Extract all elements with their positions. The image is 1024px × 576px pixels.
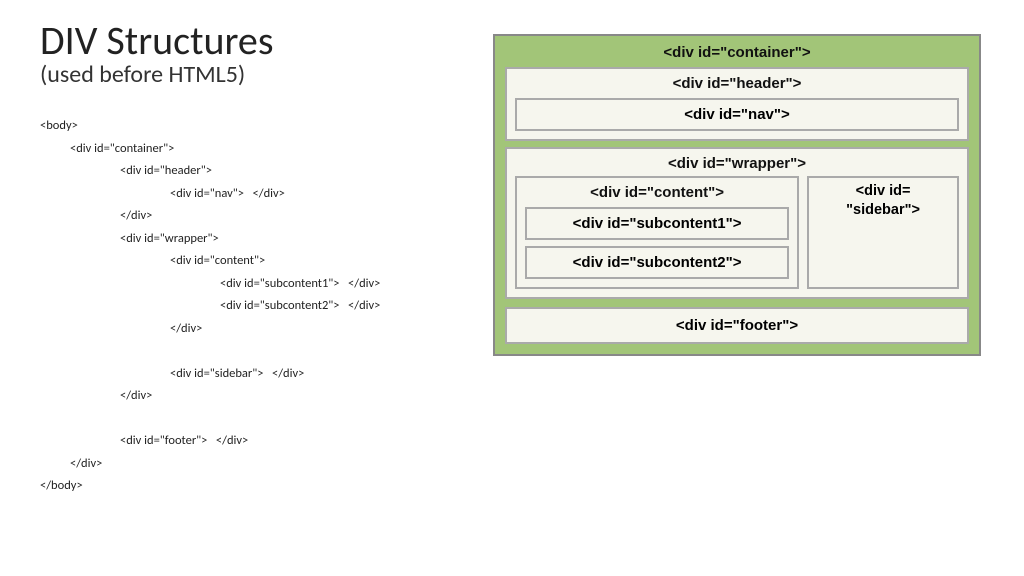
code-line: <div id="subcontent1"> </div> — [40, 273, 470, 296]
diagram-label-content: <div id="content"> — [525, 184, 789, 201]
diagram-label-wrapper: <div id="wrapper"> — [515, 155, 959, 172]
diagram-sidebar-line1: <div id= — [809, 182, 957, 201]
code-line: <div id="sidebar"> </div> — [40, 363, 470, 386]
code-line: </div> — [40, 453, 470, 476]
code-line: </div> — [40, 205, 470, 228]
diagram-container: <div id="container"> <div id="header"> <… — [493, 34, 981, 356]
diagram-wrapper: <div id="wrapper"> <div id="content"> <d… — [505, 147, 969, 299]
code-listing: <body><div id="container"><div id="heade… — [40, 115, 470, 498]
diagram-wrapper-row: <div id="content"> <div id="subcontent1"… — [515, 176, 959, 289]
code-line: <div id="subcontent2"> </div> — [40, 295, 470, 318]
slide-title: DIV Structures — [40, 20, 470, 62]
diagram-label-container: <div id="container"> — [505, 44, 969, 61]
code-line: <body> — [40, 115, 470, 138]
code-line: <div id="nav"> </div> — [40, 183, 470, 206]
diagram-sidebar-line2: "sidebar"> — [809, 201, 957, 220]
code-line: </div> — [40, 318, 470, 341]
slide: DIV Structures (used before HTML5) <body… — [0, 0, 1024, 576]
code-line — [40, 408, 470, 431]
diagram-footer: <div id="footer"> — [505, 307, 969, 344]
code-line: </body> — [40, 475, 470, 498]
code-line — [40, 340, 470, 363]
diagram-subcontent1: <div id="subcontent1"> — [525, 207, 789, 240]
left-column: DIV Structures (used before HTML5) <body… — [40, 20, 480, 556]
diagram-label-header: <div id="header"> — [515, 75, 959, 92]
diagram-subcontent2: <div id="subcontent2"> — [525, 246, 789, 279]
right-column: <div id="container"> <div id="header"> <… — [480, 20, 994, 556]
diagram-nav: <div id="nav"> — [515, 98, 959, 131]
code-line: <div id="wrapper"> — [40, 228, 470, 251]
diagram-content: <div id="content"> <div id="subcontent1"… — [515, 176, 799, 289]
code-line: <div id="content"> — [40, 250, 470, 273]
diagram-header: <div id="header"> <div id="nav"> — [505, 67, 969, 141]
code-line: <div id="header"> — [40, 160, 470, 183]
code-line: <div id="container"> — [40, 138, 470, 161]
code-line: </div> — [40, 385, 470, 408]
code-line: <div id="footer"> </div> — [40, 430, 470, 453]
diagram-sidebar: <div id= "sidebar"> — [807, 176, 959, 289]
